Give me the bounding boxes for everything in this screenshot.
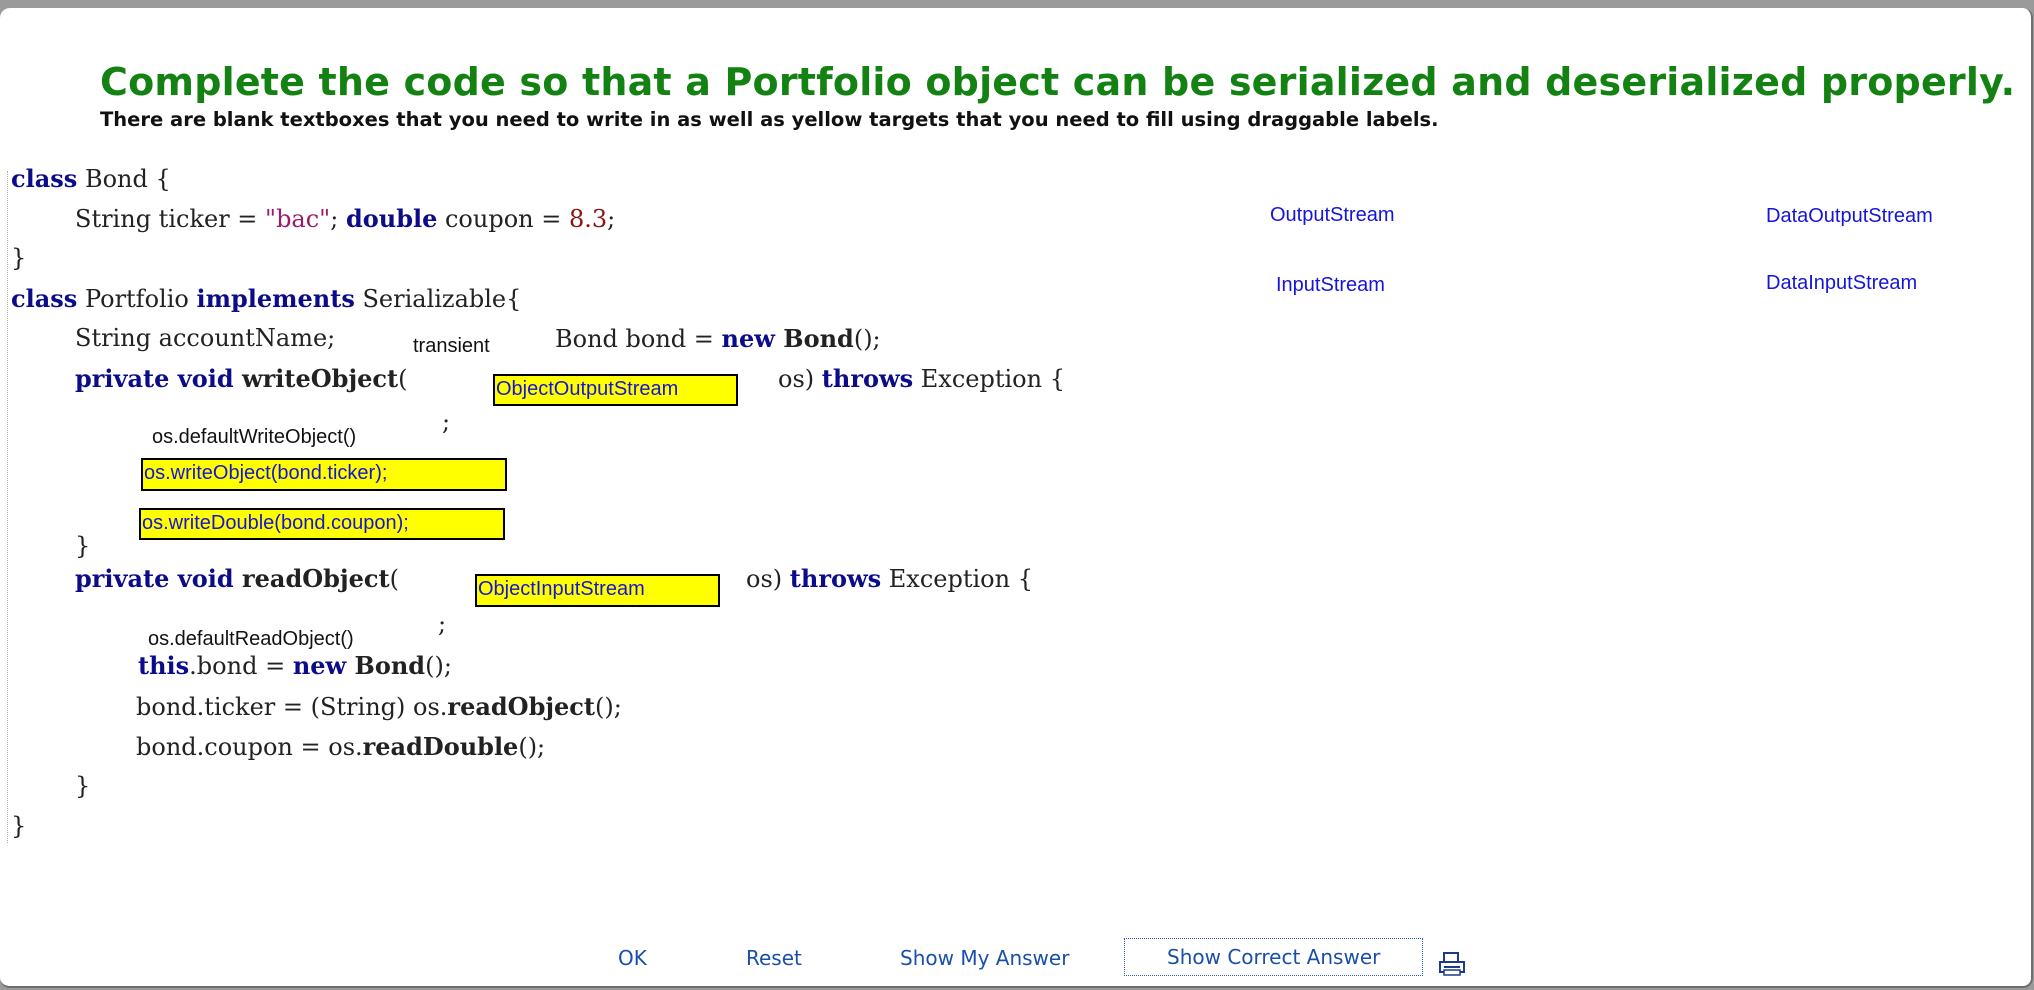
code-line-12: bond.ticker = (String) os.readObject(); bbox=[136, 692, 622, 721]
write-param-target[interactable]: ObjectOutputStream bbox=[493, 374, 738, 406]
code-line-15: } bbox=[11, 812, 27, 840]
code-line-10-semicolon: ; bbox=[438, 610, 447, 638]
code-line-14: } bbox=[75, 772, 91, 800]
page-title: Complete the code so that a Portfolio ob… bbox=[100, 60, 2016, 104]
code-line-8: } bbox=[75, 532, 91, 560]
code-area-border bbox=[7, 171, 8, 843]
code-line-5b: Bond bond = new Bond(); bbox=[555, 324, 881, 353]
read-param-target[interactable]: ObjectInputStream bbox=[475, 574, 720, 607]
code-line-4: class Portfolio implements Serializable{ bbox=[11, 284, 522, 313]
drag-label-dataoutputstream[interactable]: DataOutputStream bbox=[1766, 205, 1933, 228]
code-line-6b: os) throws Exception { bbox=[778, 364, 1065, 393]
ok-button[interactable]: OK bbox=[618, 946, 647, 970]
write-coupon-target[interactable]: os.writeDouble(bond.coupon); bbox=[139, 508, 505, 540]
show-correct-answer-button[interactable]: Show Correct Answer bbox=[1124, 938, 1424, 976]
default-write-field[interactable]: os.defaultWriteObject() bbox=[152, 426, 356, 449]
code-line-9a: private void readObject( bbox=[75, 564, 399, 593]
code-line-6a: private void writeObject( bbox=[75, 364, 408, 393]
question-panel: Complete the code so that a Portfolio ob… bbox=[0, 8, 2033, 988]
write-ticker-target[interactable]: os.writeObject(bond.ticker); bbox=[141, 458, 507, 491]
code-line-11: this.bond = new Bond(); bbox=[138, 651, 452, 680]
code-line-3: } bbox=[11, 244, 27, 272]
code-line-9b: os) throws Exception { bbox=[746, 564, 1033, 593]
transient-field[interactable]: transient bbox=[413, 335, 490, 358]
drag-label-datainputstream[interactable]: DataInputStream bbox=[1766, 272, 1917, 295]
code-line-13: bond.coupon = os.readDouble(); bbox=[136, 732, 546, 761]
drag-label-outputstream[interactable]: OutputStream bbox=[1270, 204, 1395, 227]
reset-button[interactable]: Reset bbox=[746, 946, 802, 970]
code-line-2: String ticker = "bac"; double coupon = 8… bbox=[75, 204, 616, 233]
show-my-answer-button[interactable]: Show My Answer bbox=[900, 946, 1069, 970]
default-read-field[interactable]: os.defaultReadObject() bbox=[148, 628, 354, 651]
code-line-7-semicolon: ; bbox=[442, 408, 451, 436]
code-line-5a: String accountName; bbox=[75, 324, 336, 352]
printer-icon[interactable] bbox=[1438, 952, 1466, 976]
instructions: There are blank textboxes that you need … bbox=[100, 108, 1439, 131]
drag-label-inputstream[interactable]: InputStream bbox=[1276, 274, 1385, 297]
code-line-1: class Bond { bbox=[11, 164, 171, 193]
